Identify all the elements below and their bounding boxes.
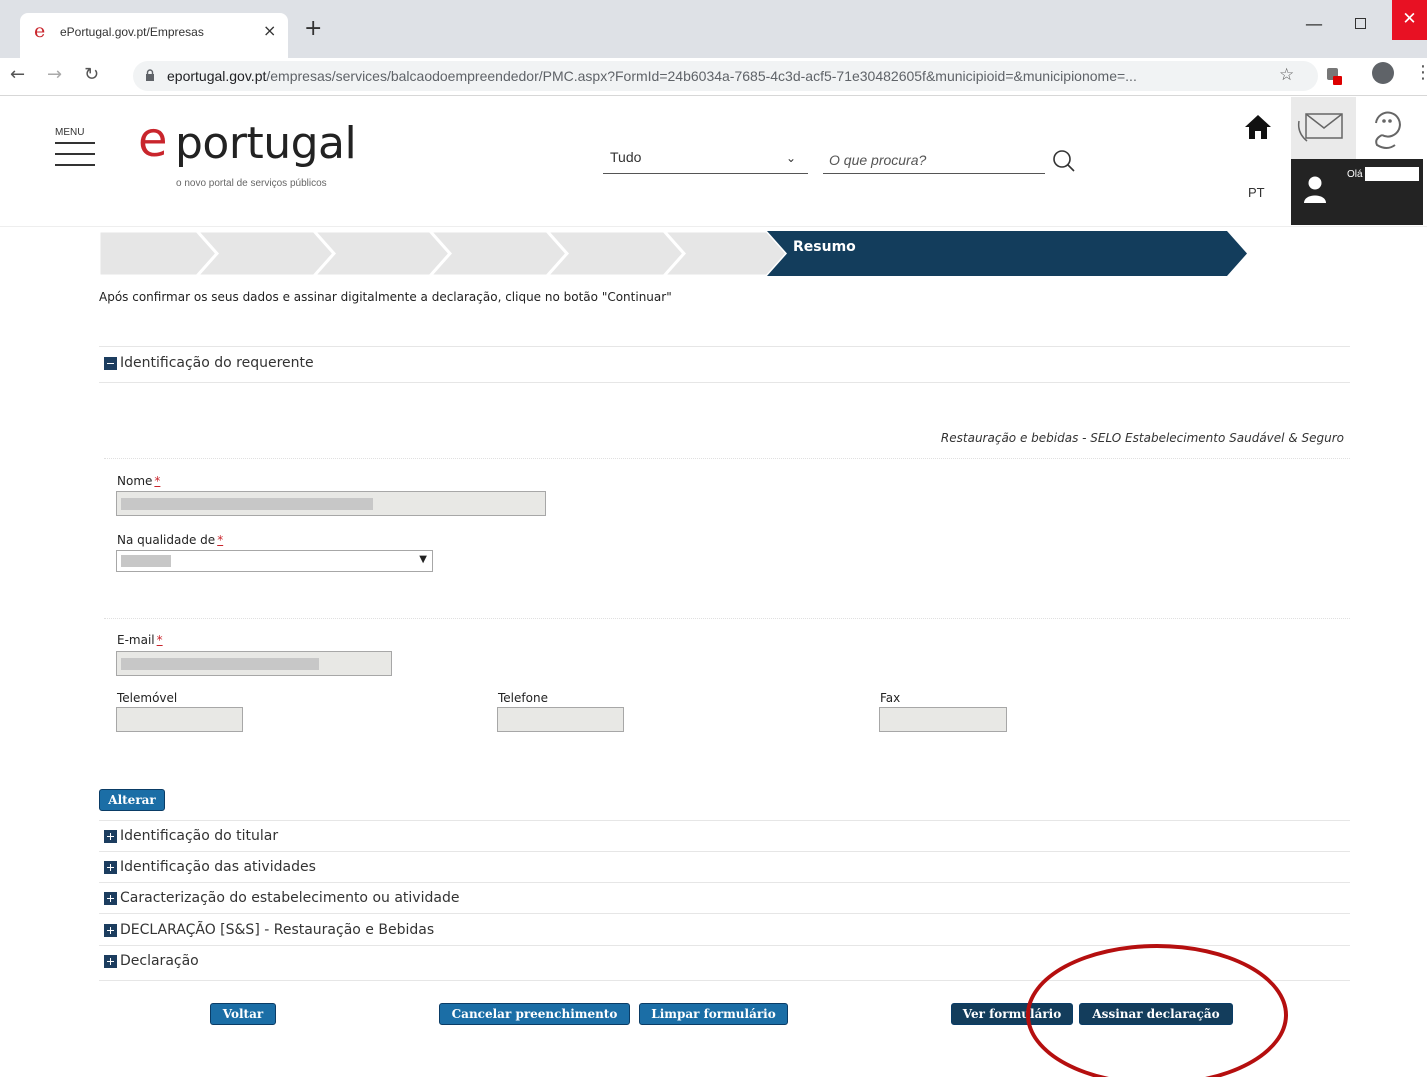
chevron-down-icon: ⌄ (786, 151, 797, 165)
divider (99, 382, 1350, 383)
help-button[interactable] (1356, 97, 1427, 159)
browser-menu-icon[interactable]: ⋮ (1414, 62, 1427, 83)
minimize-button[interactable]: — (1305, 14, 1323, 35)
tab-title: ePortugal.gov.pt/Empresas (60, 25, 204, 39)
telemovel-field[interactable] (116, 707, 243, 732)
telefone-field[interactable] (497, 707, 624, 732)
site-header: MENU e portugal o novo portal de serviço… (0, 97, 1427, 227)
maximize-button[interactable] (1355, 18, 1366, 29)
email-label: E-mail * (117, 633, 163, 647)
voltar-button[interactable]: Voltar (210, 1003, 276, 1025)
expand-icon[interactable] (104, 829, 117, 843)
nome-field[interactable] (116, 491, 546, 516)
browser-tab-bar: e ePortugal.gov.pt/Empresas × + — ✕ (0, 0, 1427, 58)
divider (99, 851, 1350, 852)
collapse-icon[interactable] (104, 356, 117, 370)
fax-field[interactable] (879, 707, 1007, 732)
user-account-button[interactable]: Olá (1291, 159, 1423, 225)
section-atividades-header[interactable]: Identificação das atividades (104, 857, 316, 877)
nome-label: Nome * (117, 474, 161, 488)
browser-toolbar: ← → ↻ eportugal.gov.pt/empresas/services… (0, 58, 1427, 96)
divider (104, 458, 1350, 459)
user-greeting: Olá (1347, 169, 1363, 180)
step-current: Resumo (793, 239, 856, 255)
telemovel-label: Telemóvel (117, 691, 178, 705)
extension-icon[interactable] (1325, 66, 1343, 86)
qualidade-label: Na qualidade de * (117, 533, 224, 547)
divider (104, 618, 1350, 619)
search-category-select[interactable]: Tudo ⌄ (603, 147, 808, 174)
hamburger-menu-icon[interactable] (55, 142, 95, 175)
section-requerente-header[interactable]: Identificação do requerente (104, 353, 314, 373)
logo-subtitle: o novo portal de serviços públicos (176, 178, 327, 189)
window-close-button[interactable]: ✕ (1392, 0, 1427, 40)
section-declaracao-header[interactable]: Declaração (104, 951, 199, 971)
search-input[interactable] (823, 147, 1045, 174)
section-titular-header[interactable]: Identificação do titular (104, 826, 278, 846)
qualidade-select[interactable]: ▼ (116, 550, 433, 572)
language-selector[interactable]: PT (1248, 185, 1265, 200)
annotation-circle (1026, 944, 1288, 1077)
divider (99, 346, 1350, 347)
expand-icon[interactable] (104, 954, 117, 968)
profile-icon[interactable] (1372, 62, 1394, 84)
telefone-label: Telefone (498, 691, 548, 705)
new-tab-button[interactable]: + (304, 18, 322, 40)
home-icon[interactable] (1243, 113, 1273, 141)
eportugal-favicon-icon: e (34, 20, 46, 42)
instruction-text: Após confirmar os seus dados e assinar d… (99, 290, 672, 304)
search-icon[interactable] (1052, 149, 1076, 173)
ehelp-icon (1375, 111, 1401, 149)
section-declaracao-ss-header[interactable]: DECLARAÇÃO [S&S] - Restauração e Bebidas (104, 920, 434, 940)
divider (99, 913, 1350, 914)
dropdown-arrow-icon: ▼ (419, 554, 427, 565)
progress-steps (99, 231, 1247, 276)
form-type-label: Restauração e bebidas - SELO Estabelecim… (940, 431, 1344, 445)
expand-icon[interactable] (104, 860, 117, 874)
logo-mark[interactable]: e (138, 115, 168, 165)
user-name (1365, 167, 1419, 181)
messages-button[interactable] (1291, 97, 1356, 159)
expand-icon[interactable] (104, 923, 117, 937)
forward-arrow-icon[interactable]: → (47, 65, 62, 85)
back-arrow-icon[interactable]: ← (10, 65, 25, 85)
tab-close-icon[interactable]: × (263, 21, 276, 40)
alterar-button[interactable]: Alterar (99, 789, 165, 811)
fax-label: Fax (880, 691, 901, 705)
divider (99, 820, 1350, 821)
lock-icon (146, 69, 154, 81)
email-field[interactable] (116, 651, 392, 676)
bookmark-star-icon[interactable]: ☆ (1279, 65, 1294, 85)
user-icon (1304, 176, 1326, 203)
menu-label: MENU (55, 127, 85, 138)
url-text: eportugal.gov.pt/empresas/services/balca… (167, 68, 1137, 84)
mail-icon (1297, 113, 1343, 142)
expand-icon[interactable] (104, 891, 117, 905)
browser-tab[interactable]: e ePortugal.gov.pt/Empresas × (20, 13, 288, 58)
divider (99, 882, 1350, 883)
reload-icon[interactable]: ↻ (84, 65, 99, 85)
address-bar[interactable]: eportugal.gov.pt/empresas/services/balca… (133, 61, 1318, 91)
logo-text[interactable]: portugal (175, 119, 357, 169)
cancelar-preenchimento-button[interactable]: Cancelar preenchimento (439, 1003, 630, 1025)
section-caracterizacao-header[interactable]: Caracterização do estabelecimento ou ati… (104, 888, 459, 908)
limpar-formulario-button[interactable]: Limpar formulário (639, 1003, 788, 1025)
